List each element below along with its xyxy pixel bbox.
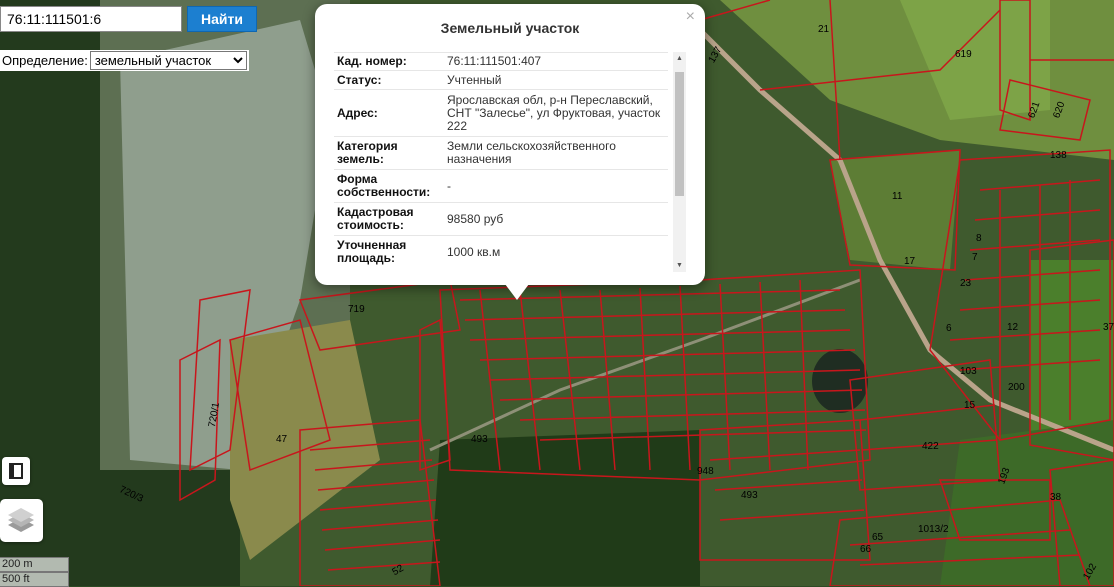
parcel-label: 12 xyxy=(1007,322,1019,333)
table-row: Кад. номер: 76:11:111501:407 xyxy=(334,52,668,71)
table-row: Форма собственности: - xyxy=(334,169,668,203)
parcel-label: 719 xyxy=(348,304,365,315)
popup-title: Земельный участок xyxy=(440,20,580,36)
row-key: Кад. номер: xyxy=(334,52,444,71)
table-row: Категория земель: Земли сельскохозяйстве… xyxy=(334,136,668,170)
row-value: Ярославская обл, р-н Переславский, СНТ "… xyxy=(444,89,668,137)
parcel-label: 7 xyxy=(972,252,978,263)
table-row: Статус: Учтенный xyxy=(334,70,668,90)
parcel-label: 65 xyxy=(872,532,884,543)
parcel-label: 619 xyxy=(955,49,972,60)
parcel-label: 8 xyxy=(976,233,982,244)
layers-button[interactable] xyxy=(0,499,43,542)
row-key: Статус: xyxy=(334,70,444,90)
parcel-label: 103 xyxy=(960,366,977,377)
parcel-label: 47 xyxy=(276,434,288,445)
map-scale: 200 m 500 ft xyxy=(0,557,69,587)
parcel-label: 138 xyxy=(1050,150,1067,161)
popup-scrollbar[interactable]: ▲ ▼ xyxy=(673,52,686,272)
row-value: - xyxy=(444,169,668,203)
parcel-label: 21 xyxy=(818,24,830,35)
parcel-attributes-table: Кад. номер: 76:11:111501:407 Статус: Учт… xyxy=(334,52,668,269)
row-value: 1000 кв.м xyxy=(444,235,668,269)
search-bar: Найти xyxy=(0,6,257,32)
find-button[interactable]: Найти xyxy=(187,6,257,32)
row-key: Адрес: xyxy=(334,89,444,137)
row-value: 76:11:111501:407 xyxy=(444,52,668,71)
row-value: 98580 руб xyxy=(444,202,668,236)
popup-body[interactable]: Кад. номер: 76:11:111501:407 Статус: Учт… xyxy=(334,52,686,272)
parcel-label: 1013/2 xyxy=(918,524,949,535)
row-key: Уточненная площадь: xyxy=(334,235,444,269)
definition-label: Определение: xyxy=(2,53,88,68)
parcel-label: 11 xyxy=(892,191,903,202)
definition-row: Определение: земельный участок xyxy=(0,50,249,71)
definition-select[interactable]: земельный участок xyxy=(89,51,247,70)
scale-imperial: 500 ft xyxy=(0,572,69,587)
pond xyxy=(812,349,868,413)
row-key: Категория земель: xyxy=(334,136,444,170)
parcel-label: 200 xyxy=(1008,382,1025,393)
row-value: Учтенный xyxy=(444,70,668,90)
parcel-label: 948 xyxy=(697,466,714,477)
popup-pointer xyxy=(505,284,529,300)
row-key: Кадастровая стоимость: xyxy=(334,202,444,236)
cadastral-search-input[interactable] xyxy=(0,6,182,32)
parcel-label: 493 xyxy=(741,490,758,501)
parcel-label: 6 xyxy=(946,323,952,334)
table-row: Кадастровая стоимость: 98580 руб xyxy=(334,202,668,236)
parcel-label: 422 xyxy=(922,441,939,452)
parcel-info-popup: × Земельный участок Кад. номер: 76:11:11… xyxy=(315,4,705,300)
parcel-label: 23 xyxy=(960,278,972,289)
scroll-thumb[interactable] xyxy=(675,72,684,196)
layers-icon xyxy=(8,508,34,532)
parcel-label: 66 xyxy=(860,544,872,555)
parcel-label: 493 xyxy=(471,434,488,445)
scroll-down-arrow-icon[interactable]: ▼ xyxy=(673,259,686,272)
scroll-up-arrow-icon[interactable]: ▲ xyxy=(673,52,686,65)
parcel-label: 38 xyxy=(1050,492,1062,503)
table-row: Адрес: Ярославская обл, р-н Переславский… xyxy=(334,89,668,137)
legend-icon xyxy=(9,463,23,479)
table-row: Уточненная площадь: 1000 кв.м xyxy=(334,235,668,269)
parcel-label: 15 xyxy=(964,400,976,411)
legend-button[interactable] xyxy=(2,457,30,485)
row-value: Земли сельскохозяйственного назначения xyxy=(444,136,668,170)
parcel-label: 17 xyxy=(904,256,916,267)
parcel-label: 37 xyxy=(1103,322,1114,333)
scale-metric: 200 m xyxy=(0,557,69,572)
row-key: Форма собственности: xyxy=(334,169,444,203)
